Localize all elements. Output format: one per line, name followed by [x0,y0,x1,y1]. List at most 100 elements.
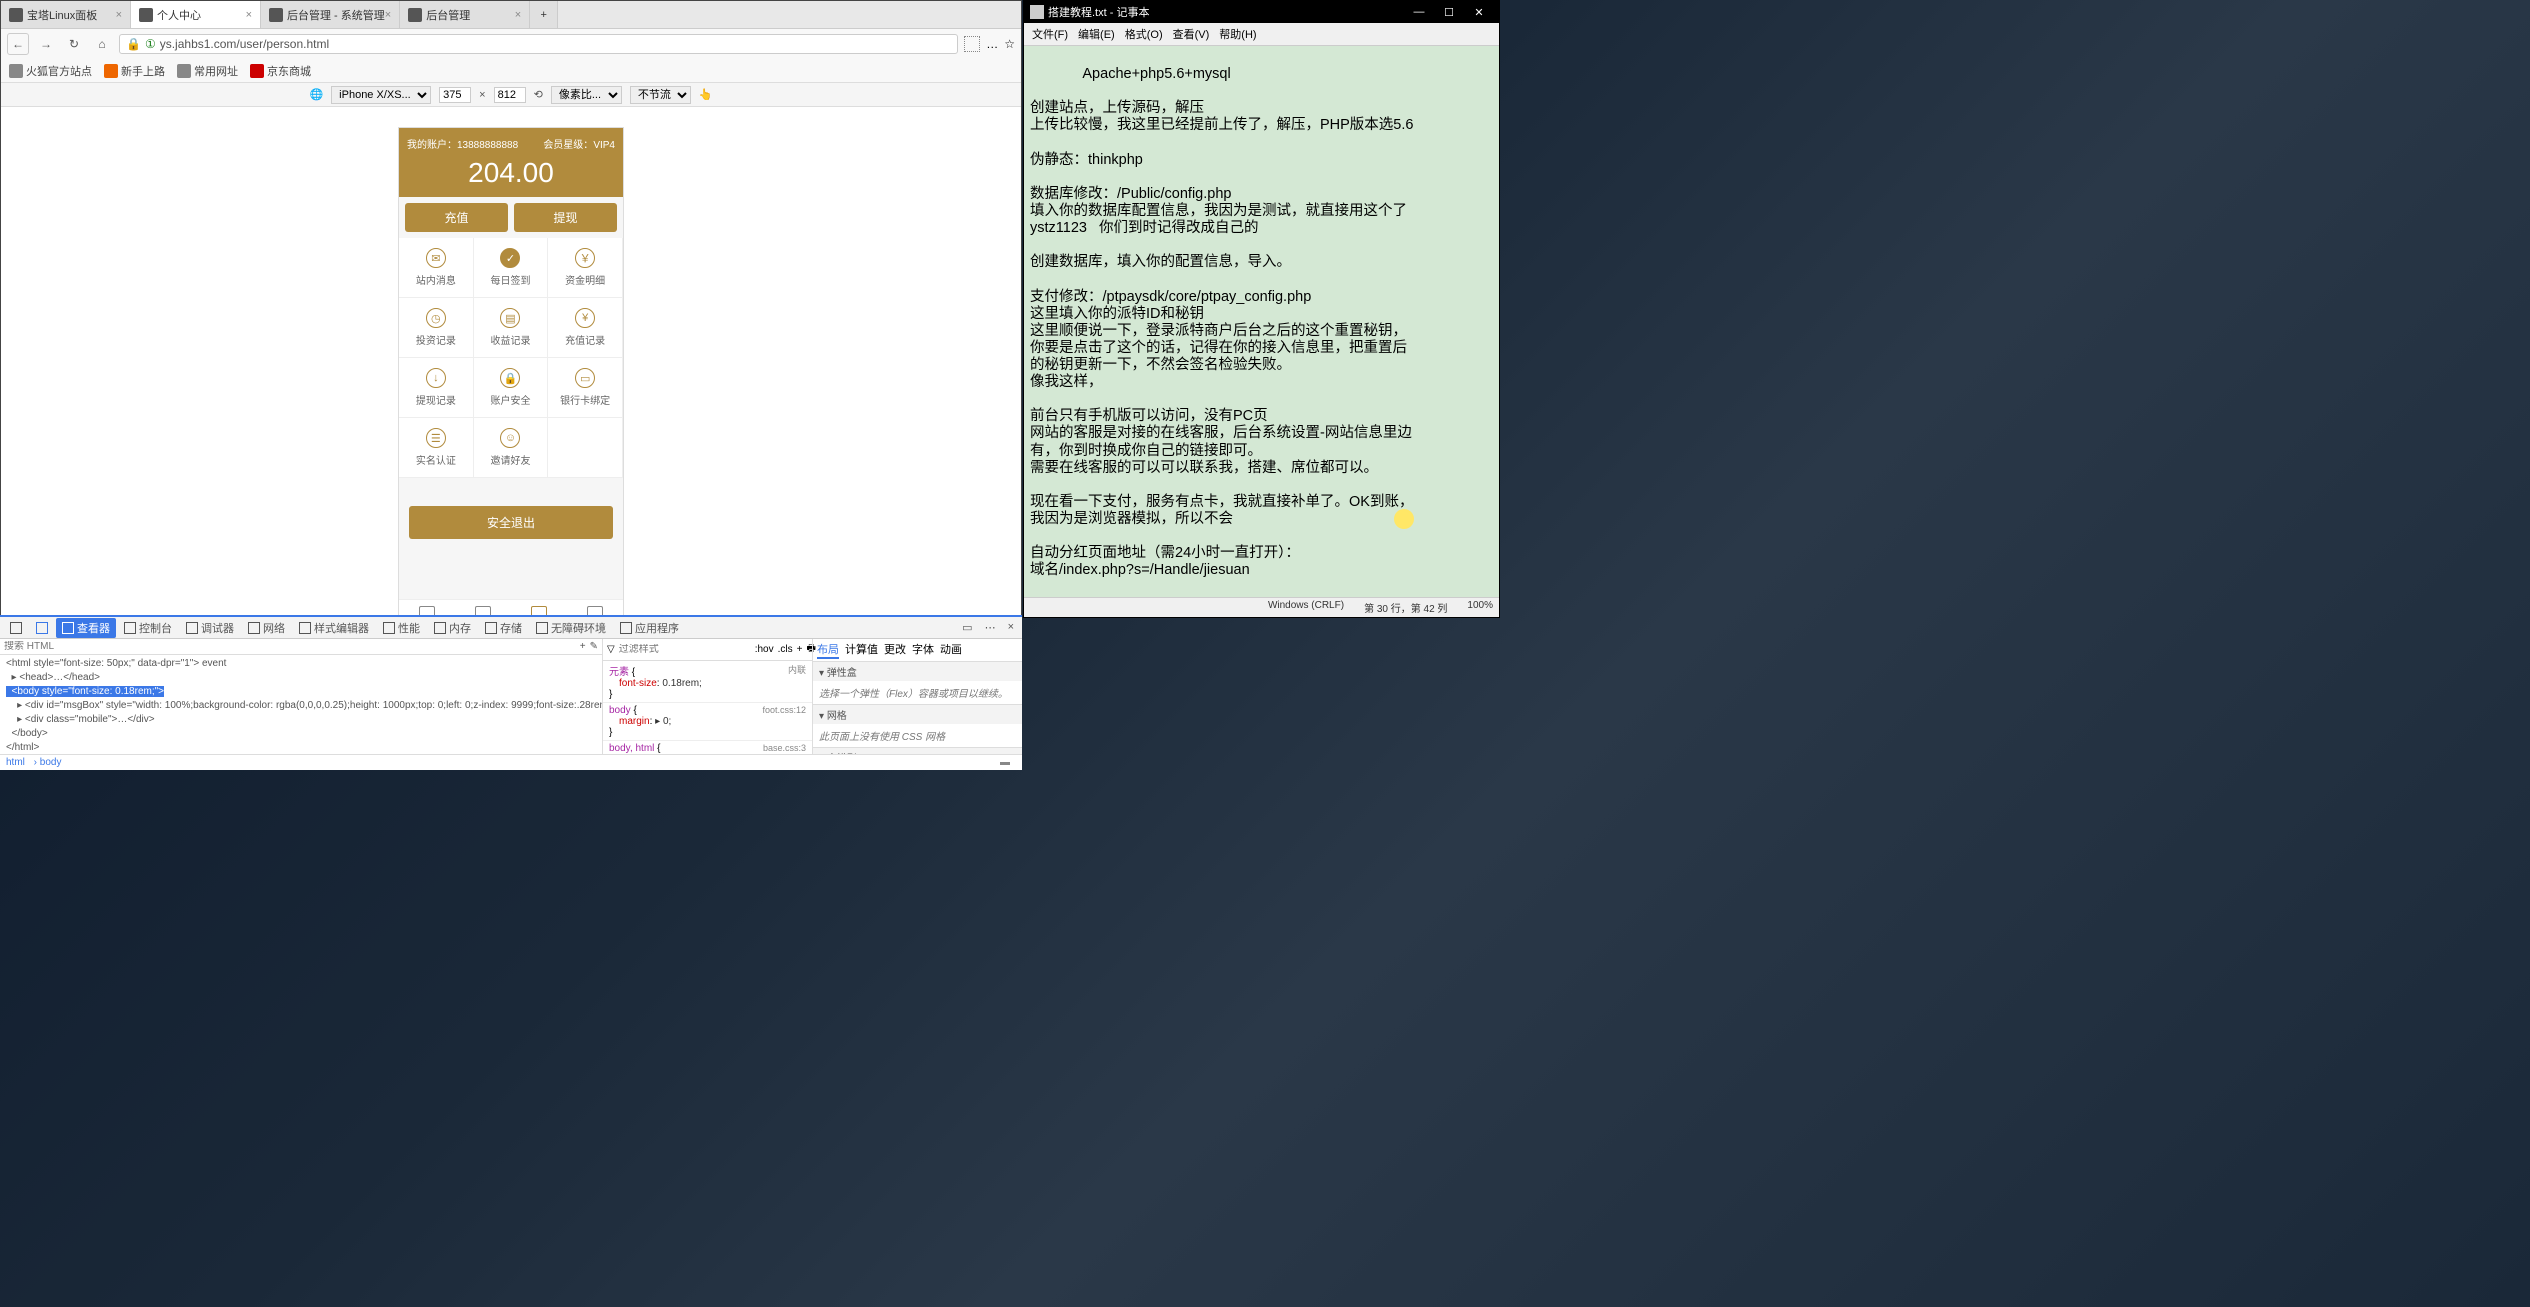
feature-cell[interactable]: ¥充值记录 [548,298,623,358]
dom-tree-line[interactable]: ▸ <head>…</head> [6,671,596,685]
html-tree-panel[interactable]: + ✎ <html style="font-size: 50px;" data-… [0,639,602,754]
new-tab-button[interactable]: + [530,1,558,28]
browser-tab[interactable]: 个人中心× [131,1,261,28]
minimize-button[interactable]: — [1405,3,1433,21]
home-button[interactable]: ⌂ [91,33,113,55]
bookmark-item[interactable]: 京东商城 [250,63,311,79]
reload-button[interactable]: ↻ [63,33,85,55]
feature-cell[interactable]: ✉站内消息 [399,238,474,298]
css-rule[interactable]: foot.css:12body {margin: ▸ 0;} [603,703,812,741]
feature-cell[interactable]: ▭银行卡绑定 [548,358,623,418]
viewport-height-input[interactable] [494,87,526,103]
forward-button[interactable]: → [35,33,57,55]
devtools-tab-debugger[interactable]: 调试器 [180,618,240,638]
tab-close-icon[interactable]: × [246,9,252,21]
feature-icon: ↓ [426,368,446,388]
devtools-dock-icon[interactable]: ▭ [958,621,976,634]
browser-tab[interactable]: 宝塔Linux面板× [1,1,131,28]
feature-cell[interactable]: 🔒账户安全 [474,358,549,418]
touch-icon[interactable]: 👆 [699,88,713,101]
css-rule[interactable]: 内联元素 {font-size: 0.18rem;} [603,661,812,703]
add-node-icon[interactable]: + [580,641,586,652]
feature-cell[interactable]: ▤收益记录 [474,298,549,358]
feature-cell[interactable]: ◷投资记录 [399,298,474,358]
feature-cell[interactable]: ￥资金明细 [548,238,623,298]
feature-icon: 🔒 [500,368,520,388]
browser-tab[interactable]: 后台管理× [400,1,530,28]
menu-help[interactable]: 帮助(H) [1215,25,1260,43]
url-input[interactable]: 🔒 ① ys.jahbs1.com/user/person.html [119,34,958,54]
dom-tree-line[interactable]: ▸ <div id="msgBox" style="width: 100%;ba… [6,699,596,713]
notepad-text-area[interactable]: Apache+php5.6+mysql 创建站点，上传源码，解压 上传比较慢，我… [1024,46,1499,597]
devtools-tab-app[interactable]: 应用程序 [614,618,685,638]
devtools-tab-inspector[interactable]: 查看器 [56,618,116,638]
dom-tree-line[interactable]: <html style="font-size: 50px;" data-dpr=… [6,657,596,671]
feature-cell[interactable]: ✓每日签到 [474,238,549,298]
css-rule[interactable]: base.css:3body, html {font-family: Helve… [603,741,812,754]
grid-section-header[interactable]: ▾ 网格 [813,705,1022,724]
layout-tab[interactable]: 更改 [884,641,906,659]
hov-toggle[interactable]: :hov [755,644,774,655]
cls-toggle[interactable]: .cls [778,644,793,655]
devtools-tab-console[interactable]: 控制台 [118,618,178,638]
dom-tree-line[interactable]: </body> [6,727,596,741]
withdraw-button[interactable]: 提现 [514,203,617,232]
throttle-select[interactable]: 不节流 [630,86,691,104]
menu-file[interactable]: 文件(F) [1028,25,1072,43]
add-rule-icon[interactable]: + [797,644,803,655]
viewport-width-input[interactable] [439,87,471,103]
menu-icon[interactable]: … [986,37,998,51]
feature-cell[interactable]: ☰实名认证 [399,418,474,478]
browser-tab[interactable]: 后台管理 - 系统管理× [261,1,400,28]
layout-tab[interactable]: 字体 [912,641,934,659]
devtools-tab-a11y[interactable]: 无障碍环境 [530,618,612,638]
style-filter-input[interactable] [619,644,751,655]
menu-view[interactable]: 查看(V) [1169,25,1214,43]
menu-format[interactable]: 格式(O) [1121,25,1167,43]
layout-tab[interactable]: 布局 [817,641,839,659]
html-search-input[interactable] [4,641,576,652]
back-button[interactable]: ← [7,33,29,55]
logout-button[interactable]: 安全退出 [409,506,613,539]
menu-edit[interactable]: 编辑(E) [1074,25,1119,43]
scrollbar-icon[interactable]: ▬ [1000,757,1010,768]
breadcrumb[interactable]: html › body ▬ [0,754,1022,770]
devtools-tab-storage[interactable]: 存储 [479,618,528,638]
dpr-select[interactable]: 像素比... [551,86,622,104]
devtools-close-icon[interactable]: × [1004,621,1018,634]
bookmark-item[interactable]: 新手上路 [104,63,165,79]
devtools-tab-memory[interactable]: 内存 [428,618,477,638]
funnel-icon[interactable]: ▽ [607,644,615,655]
devtools-menu-icon[interactable]: ⋯ [981,621,1000,634]
feature-cell[interactable]: ☺邀请好友 [474,418,549,478]
maximize-button[interactable]: ☐ [1435,3,1463,21]
notepad-titlebar[interactable]: 搭建教程.txt - 记事本 — ☐ ✕ [1024,1,1499,23]
tab-close-icon[interactable]: × [385,9,391,21]
tab-close-icon[interactable]: × [515,9,521,21]
dom-tree-line[interactable]: </html> [6,741,596,754]
bookmark-item[interactable]: 常用网址 [177,63,238,79]
layout-panel[interactable]: 布局 计算值 更改 字体 动画 ▾ 弹性盒选择一个弹性（Flex）容器或项目以继… [812,639,1022,754]
bookmark-item[interactable]: 火狐官方站点 [9,63,92,79]
styles-panel[interactable]: ▽ :hov .cls + 🖶 内联元素 {font-size: 0.18rem… [602,639,812,754]
bookmark-star-icon[interactable]: ☆ [1004,37,1015,51]
recharge-button[interactable]: 充值 [405,203,508,232]
inspect-picker-icon[interactable] [4,620,28,636]
devtools-tab-performance[interactable]: 性能 [377,618,426,638]
devtools-tab-network[interactable]: 网络 [242,618,291,638]
tab-close-icon[interactable]: × [116,9,122,21]
responsive-toggle-icon[interactable] [30,620,54,636]
layout-tab[interactable]: 计算值 [845,641,878,659]
layout-tab[interactable]: 动画 [940,641,962,659]
rotate-icon[interactable]: 🌐 [309,88,323,101]
flexbox-section-header[interactable]: ▾ 弹性盒 [813,662,1022,681]
eyedropper-icon[interactable]: ✎ [590,641,598,652]
device-select[interactable]: iPhone X/XS... [331,86,431,104]
devtools-tab-styleeditor[interactable]: 样式编辑器 [293,618,375,638]
feature-cell[interactable]: ↓提现记录 [399,358,474,418]
dom-tree-line[interactable]: <body style="font-size: 0.18rem;"> [6,685,596,699]
qr-icon[interactable] [964,36,980,52]
close-button[interactable]: ✕ [1465,3,1493,21]
rotate-device-icon[interactable]: ⟲ [534,88,543,101]
dom-tree-line[interactable]: ▸ <div class="mobile">…</div> [6,713,596,727]
